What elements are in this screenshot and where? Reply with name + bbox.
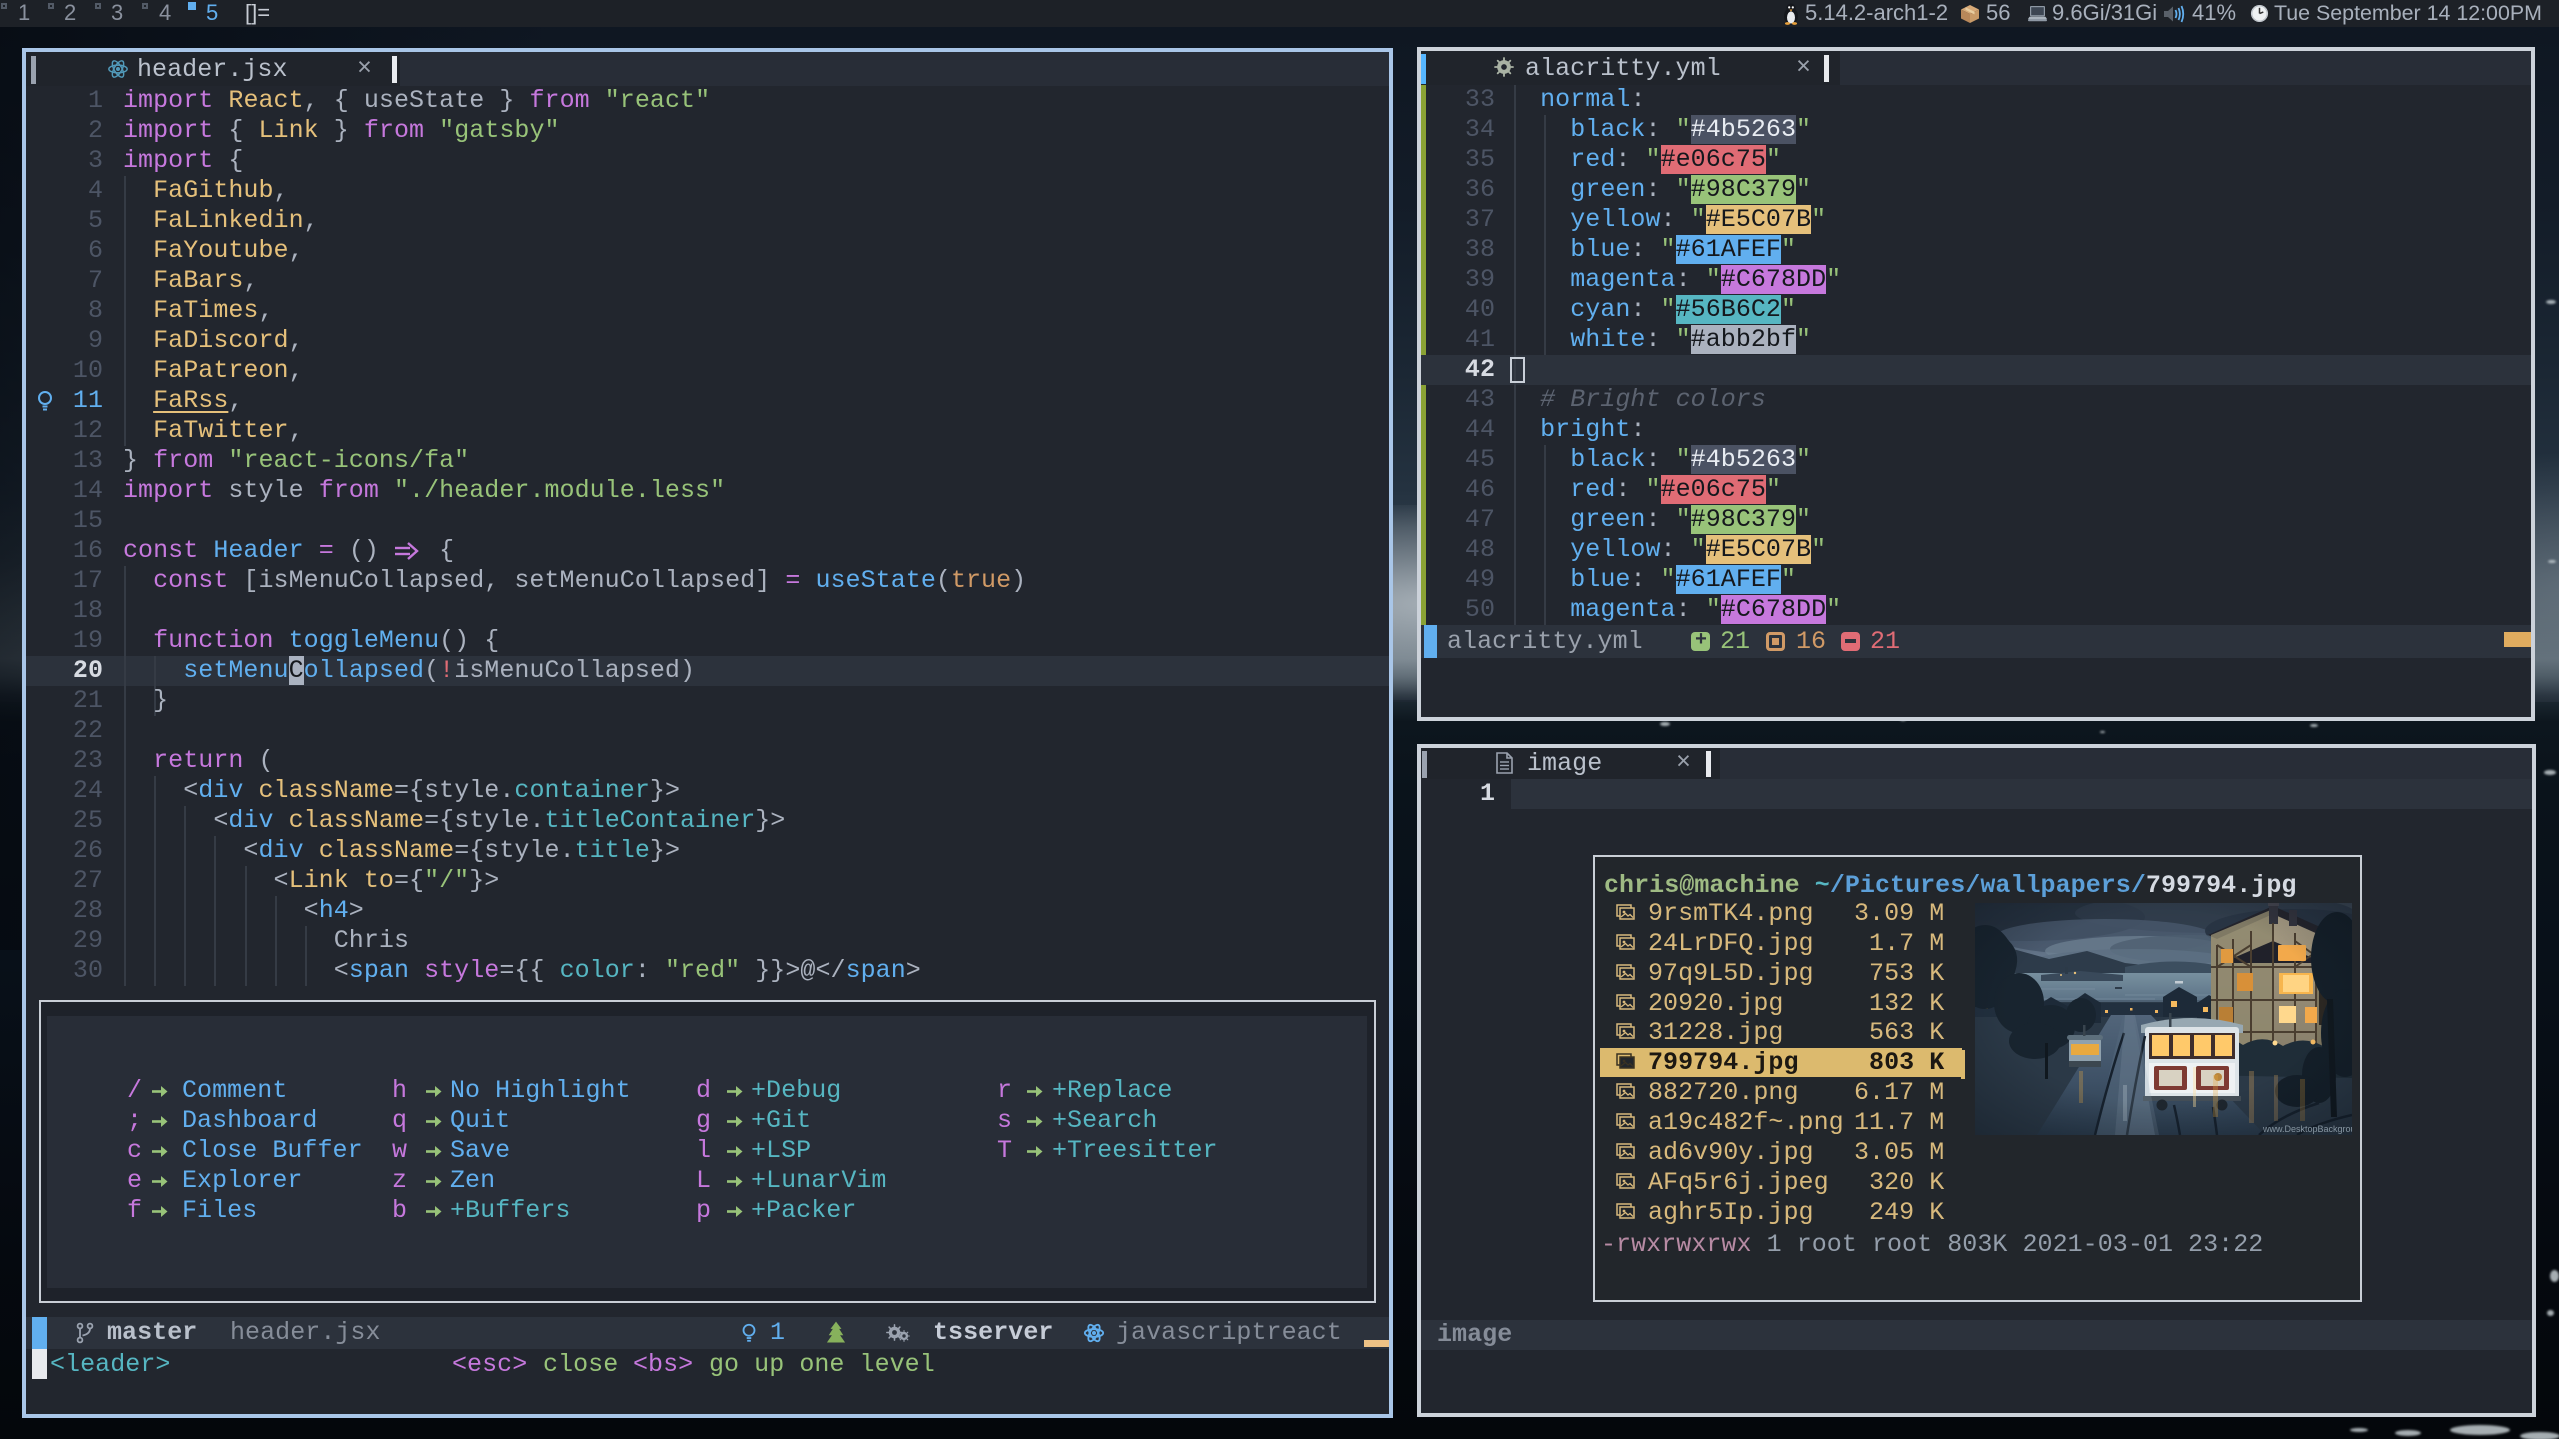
svg-text:www.DesktopBackground.org: www.DesktopBackground.org (2262, 1124, 2352, 1134)
